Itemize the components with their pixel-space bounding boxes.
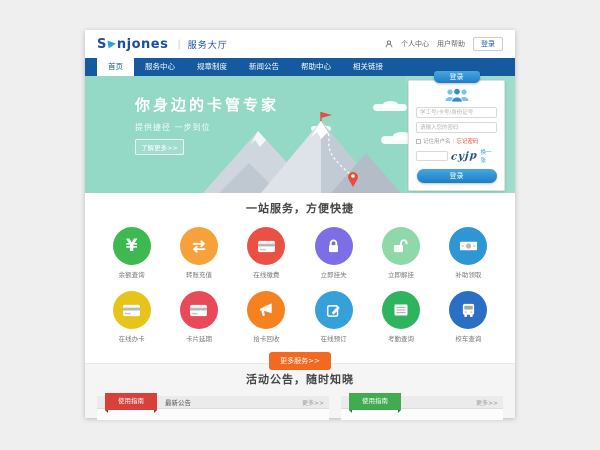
service-item[interactable]: 转账充值 [165, 227, 232, 279]
remember-label: 记住用户名 [423, 137, 451, 145]
tab-latest-notices[interactable]: 最新公告 [165, 397, 191, 407]
personal-center-link[interactable]: 个人中心 [401, 39, 429, 49]
banknote-icon [449, 227, 487, 265]
service-item[interactable]: 补助领取 [435, 227, 502, 279]
captcha-row: cyjp 换一张 [416, 148, 497, 164]
announcement-panel-right: 使用指南 更多>> [341, 396, 503, 420]
logo[interactable]: S njones [97, 37, 168, 52]
list-icon [382, 291, 420, 329]
login-options: 记住用户名 | 忘记密码 [416, 137, 497, 145]
service-label: 卡片延期 [165, 333, 232, 343]
logo-text-s: S [97, 37, 107, 52]
more-services-button[interactable]: 更多服务>> [269, 352, 331, 370]
hero-cta-button[interactable]: 了解更多>> [135, 139, 184, 155]
service-label: 在线办卡 [98, 333, 165, 343]
hero-title: 你身边的卡管专家 [135, 94, 279, 115]
service-item[interactable]: 在线缴费 [233, 227, 300, 279]
hero-text: 你身边的卡管专家 提供捷径 一步到位 了解更多>> [135, 94, 279, 155]
captcha-refresh-link[interactable]: 换一张 [481, 148, 497, 164]
username-input[interactable] [416, 107, 497, 118]
nav-item[interactable]: 相关链接 [342, 58, 394, 76]
transfer-icon [180, 227, 218, 265]
login-submit-button[interactable]: 登录 [417, 169, 497, 183]
service-label: 余额查询 [98, 269, 165, 279]
site-header: S njones | 服务大厅 个人中心 用户帮助 登录 [85, 30, 515, 58]
header-right: 个人中心 用户帮助 登录 [385, 37, 503, 51]
remember-checkbox[interactable] [416, 139, 421, 144]
screenshot-canvas: S njones | 服务大厅 个人中心 用户帮助 登录 首页服务中心规章制度新… [0, 0, 600, 450]
tab-usage-guide[interactable]: 使用指南 [105, 393, 157, 410]
unlock-icon [382, 227, 420, 265]
cloud-icon [373, 104, 407, 111]
options-separator: | [453, 138, 455, 144]
person-icon [385, 40, 393, 48]
service-label: 立即挂失 [300, 269, 367, 279]
logo-text-rest: njones [117, 37, 168, 52]
nav-item[interactable]: 服务中心 [134, 58, 186, 76]
service-label: 在线缴费 [233, 269, 300, 279]
nav-item[interactable]: 新闻公告 [238, 58, 290, 76]
service-label: 在线预订 [300, 333, 367, 343]
login-card: 记住用户名 | 忘记密码 cyjp 换一张 登录 [408, 80, 505, 191]
panel-body-left [97, 409, 329, 420]
service-label: 考勤查询 [367, 333, 434, 343]
captcha-input[interactable] [416, 151, 448, 161]
service-grid: ¥ 余额查询转账充值在线缴费立即挂失立即解挂补助领取在线办卡卡片延期拾卡回收在线预… [98, 227, 502, 343]
card-icon [247, 227, 285, 265]
service-item[interactable]: 卡片延期 [165, 291, 232, 343]
services-title: 一站服务，方便快捷 [85, 200, 515, 216]
captcha-image[interactable]: cyjp [450, 150, 478, 162]
user-help-link[interactable]: 用户帮助 [437, 39, 465, 49]
service-item[interactable]: 考勤查询 [367, 291, 434, 343]
tab-bar-left: 使用指南 最新公告 更多>> [97, 396, 329, 409]
forgot-password-link[interactable]: 忘记密码 [456, 137, 478, 145]
password-input[interactable] [416, 122, 497, 133]
service-item[interactable]: 拾卡回收 [233, 291, 300, 343]
nav-item[interactable]: 帮助中心 [290, 58, 342, 76]
service-item[interactable]: 在线办卡 [98, 291, 165, 343]
hero-subtitle: 提供捷径 一步到位 [135, 122, 279, 133]
nav-item[interactable]: 规章制度 [186, 58, 238, 76]
header-login-button[interactable]: 登录 [473, 37, 503, 51]
more-link-left[interactable]: 更多>> [302, 398, 324, 407]
edit-icon [315, 291, 353, 329]
service-item[interactable]: 立即挂失 [300, 227, 367, 279]
panel-body-right [341, 409, 503, 420]
login-tab[interactable]: 登录 [434, 71, 480, 83]
tab-usage-guide-right[interactable]: 使用指南 [349, 393, 401, 410]
services-section: 一站服务，方便快捷 ¥ 余额查询转账充值在线缴费立即挂失立即解挂补助领取在线办卡卡… [85, 193, 515, 363]
service-item[interactable]: 在线预订 [300, 291, 367, 343]
nav-item[interactable]: 首页 [97, 58, 134, 76]
service-item[interactable]: 校车查询 [435, 291, 502, 343]
card-icon [180, 291, 218, 329]
announcement-panel-left: 使用指南 最新公告 更多>> [97, 396, 329, 420]
megaphone-icon [247, 291, 285, 329]
logo-arrow-icon [107, 39, 116, 48]
service-label: 立即解挂 [367, 269, 434, 279]
service-label: 拾卡回收 [233, 333, 300, 343]
more-link-right[interactable]: 更多>> [476, 398, 498, 407]
announcements-title: 活动公告，随时知晓 [85, 371, 515, 387]
bus-icon [449, 291, 487, 329]
card-icon [113, 291, 151, 329]
service-label: 补助领取 [435, 269, 502, 279]
logo-divider: | [177, 39, 180, 50]
announcement-panels: 使用指南 最新公告 更多>> 使用指南 更多>> [85, 396, 515, 420]
tab-bar-right: 使用指南 更多>> [341, 396, 503, 409]
lock-icon [315, 227, 353, 265]
yuan-icon: ¥ [113, 227, 151, 265]
login-panel: 登录 记住用户名 | 忘记密码 cyjp [408, 71, 505, 191]
service-item[interactable]: ¥ 余额查询 [98, 227, 165, 279]
page: S njones | 服务大厅 个人中心 用户帮助 登录 首页服务中心规章制度新… [85, 30, 515, 418]
service-item[interactable]: 立即解挂 [367, 227, 434, 279]
announcements-section: 活动公告，随时知晓 使用指南 最新公告 更多>> 使用指南 更多>> [85, 363, 515, 418]
users-icon [444, 88, 470, 103]
service-label: 校车查询 [435, 333, 502, 343]
site-name: 服务大厅 [188, 38, 228, 51]
service-label: 转账充值 [165, 269, 232, 279]
